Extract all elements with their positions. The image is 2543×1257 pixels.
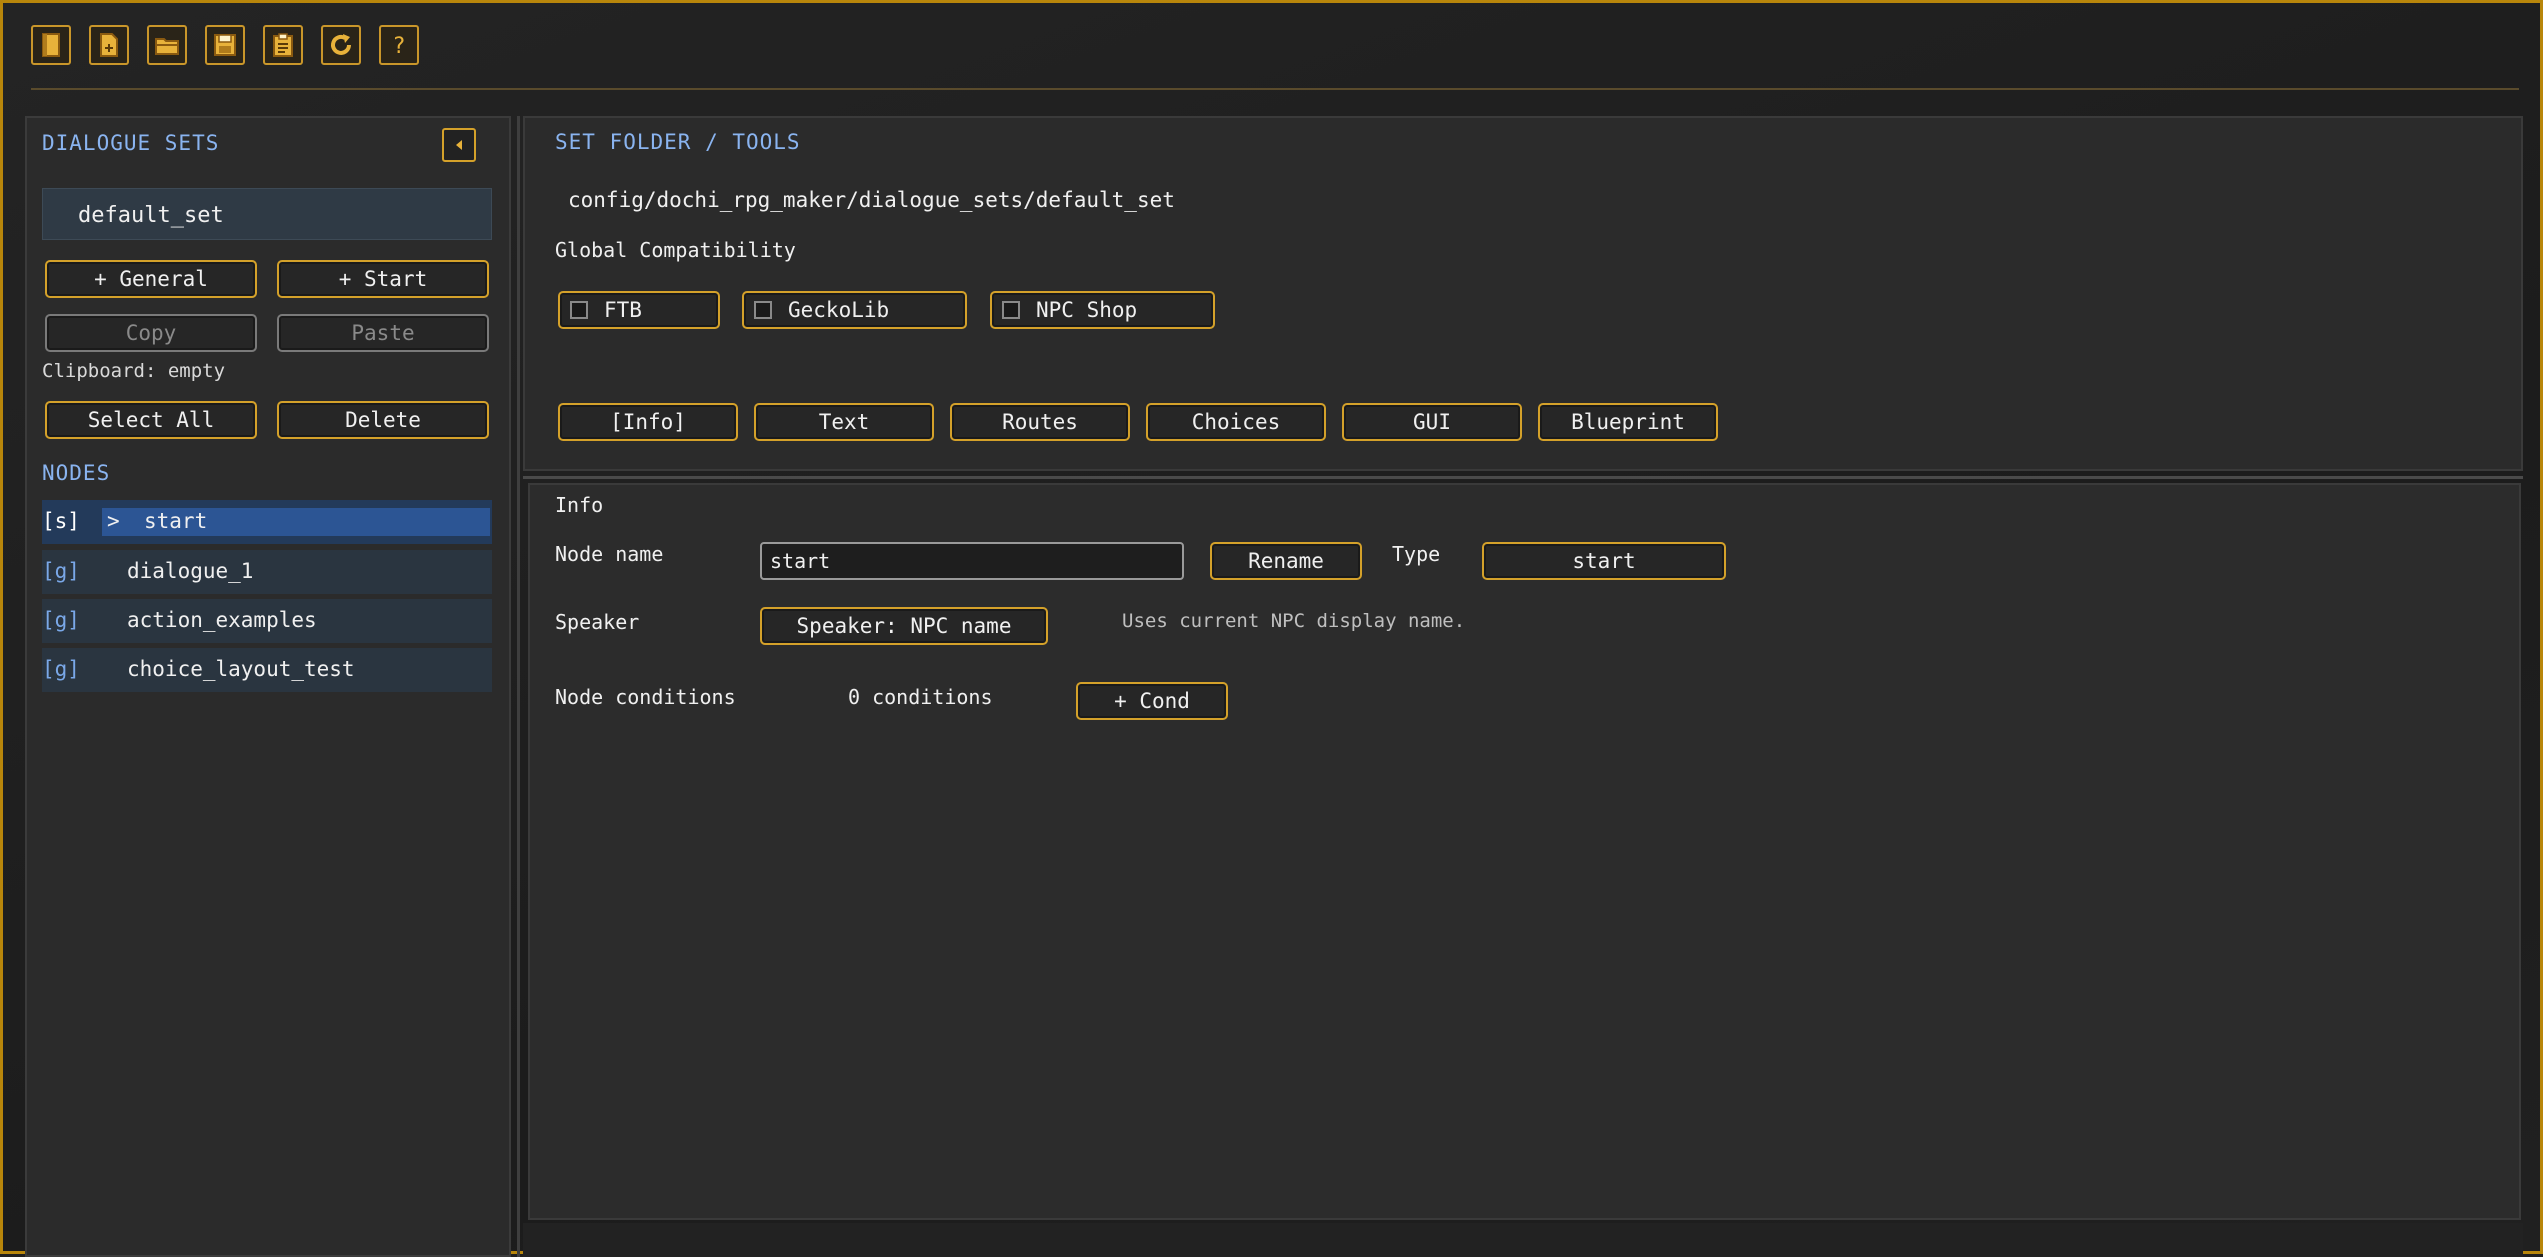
compat-ftb-toggle[interactable]: FTB xyxy=(558,291,720,329)
global-compatibility-label: Global Compatibility xyxy=(555,238,796,262)
pane-divider[interactable] xyxy=(517,116,520,1257)
node-name-label: Node name xyxy=(555,542,664,566)
node-label: start xyxy=(144,509,208,533)
compat-label: GeckoLib xyxy=(788,298,890,322)
node-label: dialogue_1 xyxy=(127,559,254,583)
clipboard-button[interactable] xyxy=(263,25,303,65)
node-row-dialogue-1[interactable]: [g] dialogue_1 xyxy=(42,550,492,594)
svg-text:?: ? xyxy=(392,34,405,59)
type-label: Type xyxy=(1392,542,1441,566)
save-button[interactable] xyxy=(205,25,245,65)
toolbar: ? xyxy=(31,25,419,69)
status-strip xyxy=(523,1223,2523,1257)
node-type-tag: [g] xyxy=(42,559,80,583)
node-row-start[interactable]: [s] > start xyxy=(42,500,492,544)
speaker-hint: Uses current NPC display name. xyxy=(1122,610,1466,632)
info-title: Info xyxy=(555,493,604,517)
nodes-title: NODES xyxy=(42,461,111,485)
compat-label: FTB xyxy=(604,298,642,322)
checkbox xyxy=(570,301,588,319)
panel-divider xyxy=(523,476,2523,479)
collapse-sidebar-button[interactable] xyxy=(442,128,476,162)
clipboard-icon xyxy=(273,33,293,57)
info-panel: Info Node name Rename Type start Speaker… xyxy=(528,483,2521,1220)
compat-label: NPC Shop xyxy=(1036,298,1138,322)
open-folder-icon xyxy=(155,38,179,55)
node-row-action-examples[interactable]: [g] action_examples xyxy=(42,599,492,643)
rename-button[interactable]: Rename xyxy=(1210,542,1362,580)
set-tools-title: SET FOLDER / TOOLS xyxy=(555,130,801,154)
refresh-button[interactable] xyxy=(321,25,361,65)
app-window: ? DIALOGUE SETS default_set + General + … xyxy=(0,0,2543,1257)
delete-button[interactable]: Delete xyxy=(277,401,489,439)
help-icon: ? xyxy=(392,34,405,59)
save-icon xyxy=(214,34,236,56)
tab-blueprint[interactable]: Blueprint xyxy=(1538,403,1718,441)
toolbar-divider xyxy=(31,88,2519,90)
speaker-label: Speaker xyxy=(555,610,640,634)
set-tools-panel: SET FOLDER / TOOLS config/dochi_rpg_make… xyxy=(523,116,2523,471)
checkbox xyxy=(1002,301,1020,319)
add-start-button[interactable]: + Start xyxy=(277,260,489,298)
chevron-left-icon xyxy=(456,140,462,150)
select-all-button[interactable]: Select All xyxy=(45,401,257,439)
tab-routes[interactable]: Routes xyxy=(950,403,1130,441)
compat-npc-shop-toggle[interactable]: NPC Shop xyxy=(990,291,1215,329)
node-label: choice_layout_test xyxy=(127,657,355,681)
book-icon xyxy=(42,33,60,57)
refresh-icon xyxy=(331,34,351,55)
tab-text[interactable]: Text xyxy=(754,403,934,441)
selected-arrow: > xyxy=(107,509,120,533)
tab-info[interactable]: [Info] xyxy=(558,403,738,441)
node-type-tag: [s] xyxy=(42,509,80,533)
sidebar: DIALOGUE SETS default_set + General + St… xyxy=(25,116,511,1257)
node-type-select[interactable]: start xyxy=(1482,542,1726,580)
conditions-count: 0 conditions xyxy=(848,685,993,709)
speaker-button[interactable]: Speaker: NPC name xyxy=(760,607,1048,645)
node-conditions-label: Node conditions xyxy=(555,685,736,709)
add-condition-button[interactable]: + Cond xyxy=(1076,682,1228,720)
paste-button[interactable]: Paste xyxy=(277,314,489,352)
clipboard-status: Clipboard: empty xyxy=(42,360,226,382)
add-general-button[interactable]: + General xyxy=(45,260,257,298)
copy-button[interactable]: Copy xyxy=(45,314,257,352)
dialogue-sets-title: DIALOGUE SETS xyxy=(42,131,220,155)
node-type-tag: [g] xyxy=(42,608,80,632)
help-button[interactable]: ? xyxy=(379,25,419,65)
node-type-tag: [g] xyxy=(42,657,80,681)
tab-gui[interactable]: GUI xyxy=(1342,403,1522,441)
node-row-choice-layout-test[interactable]: [g] choice_layout_test xyxy=(42,648,492,692)
new-file-button[interactable] xyxy=(89,25,129,65)
node-label: action_examples xyxy=(127,608,317,632)
set-folder-path: config/dochi_rpg_maker/dialogue_sets/def… xyxy=(568,188,1175,212)
checkbox xyxy=(754,301,772,319)
new-file-icon xyxy=(100,33,118,57)
book-icon-button[interactable] xyxy=(31,25,71,65)
node-name-input[interactable] xyxy=(760,542,1184,580)
dialogue-set-item[interactable]: default_set xyxy=(42,188,492,240)
tab-choices[interactable]: Choices xyxy=(1146,403,1326,441)
compat-geckolib-toggle[interactable]: GeckoLib xyxy=(742,291,967,329)
open-folder-button[interactable] xyxy=(147,25,187,65)
